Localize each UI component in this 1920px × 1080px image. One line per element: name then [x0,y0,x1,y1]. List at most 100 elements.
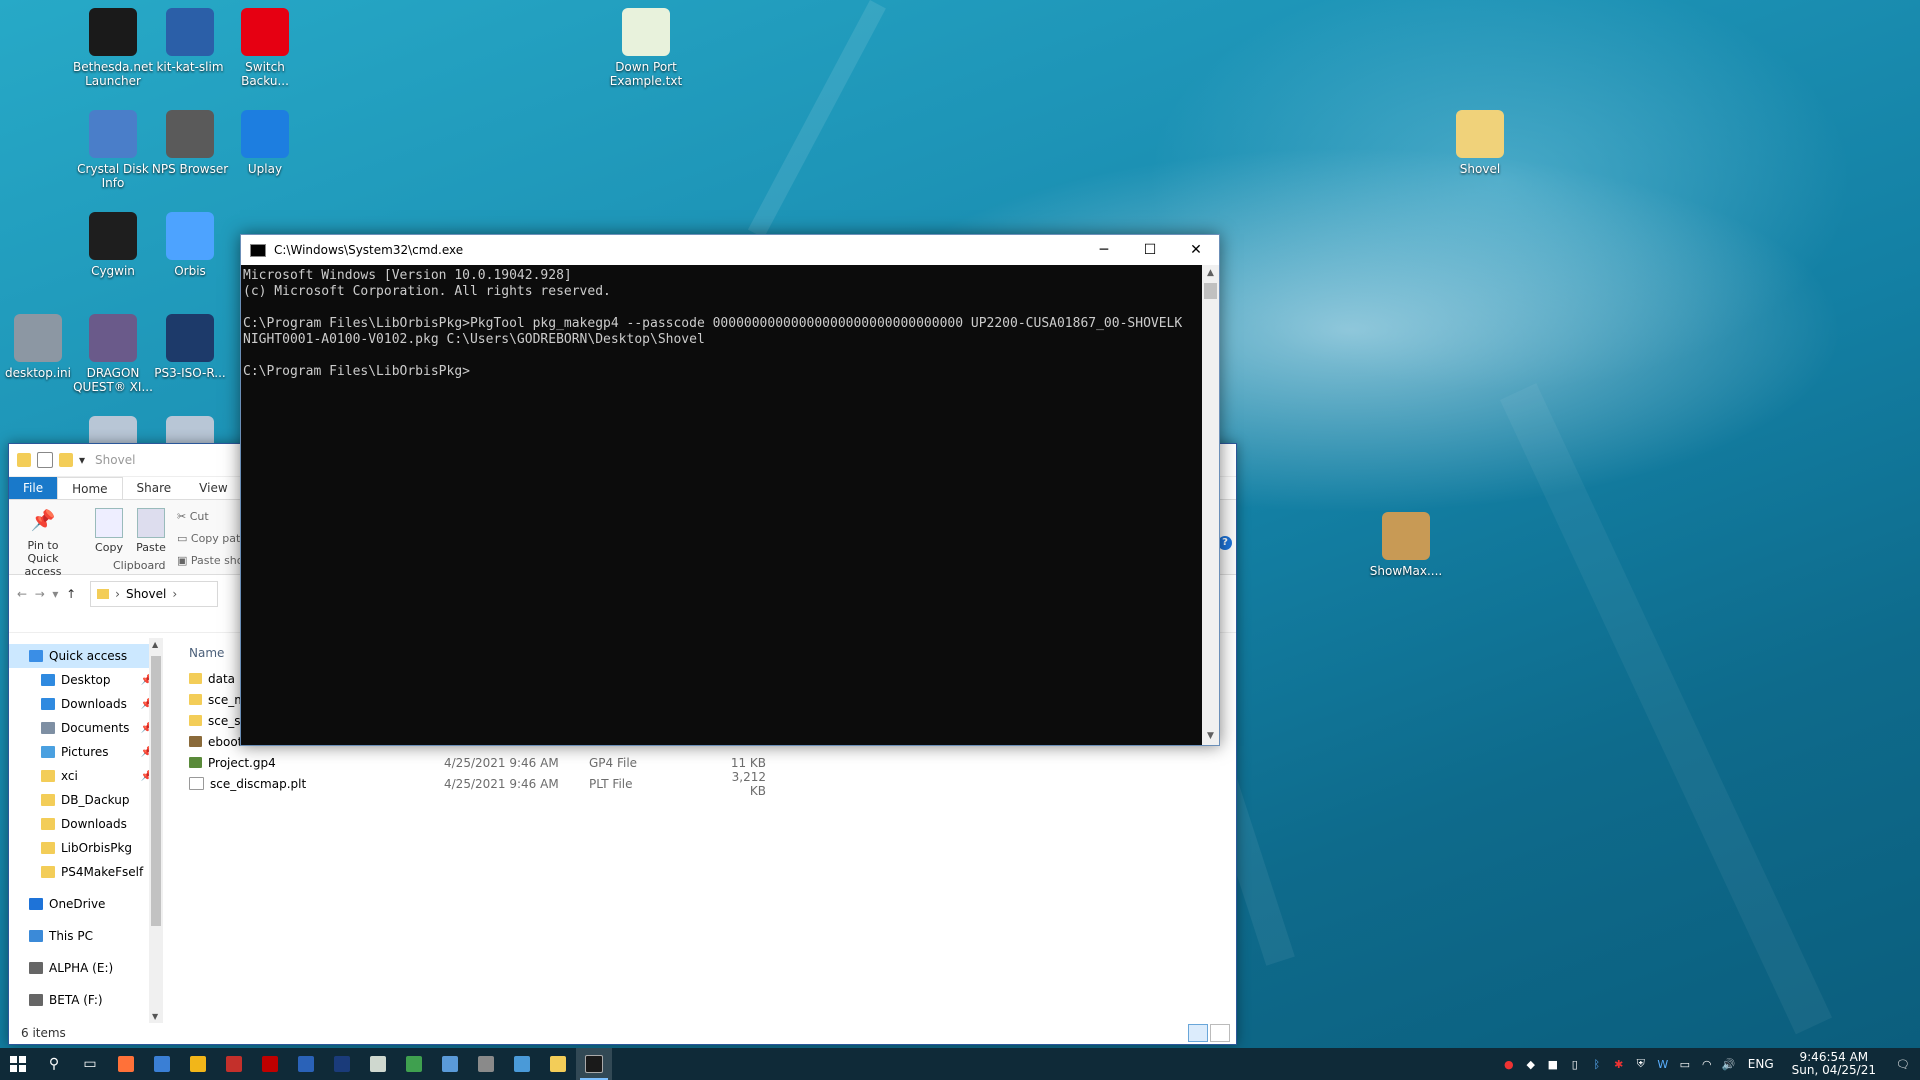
nav-item[interactable]: Quick access [9,644,163,668]
tray-app-icon[interactable]: ✱ [1608,1058,1630,1071]
cut-button[interactable]: ✂ Cut [177,506,248,528]
cmd-output[interactable]: Microsoft Windows [Version 10.0.19042.92… [243,267,1201,745]
taskbar-app-firefox[interactable] [108,1048,144,1080]
desktop-icon[interactable]: Crystal Disk Info [73,110,153,190]
desktop-icon[interactable]: Shovel [1440,110,1520,176]
taskbar-app-cmd[interactable] [576,1048,612,1080]
nav-item[interactable]: LibOrbisPkg [9,836,163,860]
minimize-button[interactable]: ─ [1081,235,1127,265]
nav-item-label: DB_Dackup [61,793,130,807]
clock[interactable]: 9:46:54 AM Sun, 04/25/21 [1782,1051,1886,1077]
pinned-apps [108,1048,612,1080]
taskbar-app-app8[interactable] [360,1048,396,1080]
nav-item[interactable]: DB_Dackup [9,788,163,812]
close-button[interactable]: ✕ [1173,235,1219,265]
usb-icon[interactable]: ▯ [1564,1058,1586,1071]
bluetooth-icon[interactable]: ᛒ [1586,1058,1608,1071]
nav-item[interactable]: Pictures 📌 [9,740,163,764]
nav-item[interactable]: Desktop 📌 [9,668,163,692]
nav-item[interactable]: xci 📌 [9,764,163,788]
task-view-button[interactable]: ▭ [72,1048,108,1080]
taskbar-app-app2[interactable] [144,1048,180,1080]
taskbar-app-explorer[interactable] [540,1048,576,1080]
nav-item[interactable]: PS4MakeFself [9,860,163,884]
address-bar[interactable]: › Shovel › [90,581,219,607]
new-folder-icon[interactable] [59,453,73,467]
desktop-icon[interactable]: NPS Browser [150,110,230,176]
notification-icon[interactable]: 🗨 [1886,1058,1920,1071]
copy-button[interactable]: Copy [89,508,129,554]
desktop-icon[interactable]: desktop.ini [0,314,78,380]
taskbar-app-filezilla[interactable] [252,1048,288,1080]
breadcrumb[interactable]: Shovel [126,587,166,601]
tray-app-icon[interactable]: ● [1498,1058,1520,1071]
file-row[interactable]: Project.gp4 4/25/2021 9:46 AM GP4 File 11 K… [189,752,789,773]
battery-icon[interactable]: ▭ [1674,1058,1696,1071]
paste-icon [137,508,165,538]
nav-item[interactable]: Downloads [9,812,163,836]
maximize-button[interactable]: ☐ [1127,235,1173,265]
taskbar-app-chrome[interactable] [180,1048,216,1080]
desktop-icon[interactable]: Orbis [150,212,230,278]
pin-to-quick-access-button[interactable]: 📌 Pin to Quick access [13,508,73,578]
back-arrow-icon[interactable]: ← [17,587,27,601]
shield-icon[interactable]: ⛨ [1630,1057,1652,1071]
taskbar-app-app10[interactable] [432,1048,468,1080]
paste-shortcut-button[interactable]: ▣ Paste shor [177,550,248,572]
tab-home[interactable]: Home [57,477,123,499]
desktop-icon[interactable]: Down Port Example.txt [606,8,686,88]
details-view-icon[interactable] [1188,1024,1208,1042]
cmd-scrollbar[interactable]: ▲ ▼ [1202,265,1219,745]
nav-item[interactable]: This PC [9,924,163,948]
scroll-up-icon[interactable]: ▲ [152,640,158,649]
scroll-down-icon[interactable]: ▼ [152,1012,158,1021]
help-icon[interactable]: ? [1218,536,1232,550]
word-icon[interactable]: W [1652,1058,1674,1071]
desktop-icon[interactable]: Bethesda.net Launcher [73,8,153,88]
desktop-icon[interactable]: DRAGON QUEST® XI... [73,314,153,394]
search-button[interactable]: ⚲ [36,1048,72,1080]
tray-app-icon[interactable]: ◆ [1520,1058,1542,1071]
taskbar-app-calc[interactable] [468,1048,504,1080]
nav-item[interactable]: ALPHA (E:) [9,956,163,980]
tab-share[interactable]: Share [123,477,186,499]
copy-path-button[interactable]: ▭ Copy path [177,528,248,550]
large-icons-view-icon[interactable] [1210,1024,1230,1042]
up-arrow-icon[interactable]: ↑ [66,587,76,601]
cmd-line: C:\Program Files\LibOrbisPkg>PkgTool pkg… [243,316,1183,331]
taskbar-app-app9[interactable] [396,1048,432,1080]
nav-item[interactable]: BETA (F:) [9,988,163,1012]
taskbar-app-app12[interactable] [504,1048,540,1080]
desktop-icon[interactable]: Cygwin [73,212,153,278]
start-button[interactable] [0,1048,36,1080]
desktop-icon[interactable]: Uplay [225,110,305,176]
volume-icon[interactable]: 🔊 [1718,1058,1740,1071]
nav-item[interactable]: OneDrive [9,892,163,916]
forward-arrow-icon[interactable]: → [35,587,45,601]
tab-file[interactable]: File [9,477,58,499]
scrollbar-thumb[interactable] [1204,283,1217,299]
paste-button[interactable]: Paste [131,508,171,554]
taskbar-app-app4[interactable] [216,1048,252,1080]
cmd-window[interactable]: C:\Windows\System32\cmd.exe ─ ☐ ✕ Micros… [240,234,1220,746]
tab-view[interactable]: View [185,477,241,499]
recent-chevron-icon[interactable]: ▾ [52,587,58,601]
nav-scrollbar[interactable]: ▲ ▼ [149,638,163,1023]
scroll-down-icon[interactable]: ▼ [1202,728,1219,745]
scrollbar-thumb[interactable] [151,656,161,926]
properties-icon[interactable] [37,452,53,468]
tray-app-icon[interactable]: ■ [1542,1058,1564,1071]
file-row[interactable]: sce_discmap.plt 4/25/2021 9:46 AM PLT File… [189,770,789,798]
desktop-icon[interactable]: Switch Backu... [225,8,305,88]
desktop-icon[interactable]: kit-kat-slim [150,8,230,74]
chevron-down-icon[interactable]: ▾ [79,453,85,467]
taskbar-app-photoshop[interactable] [324,1048,360,1080]
nav-item[interactable]: Downloads 📌 [9,692,163,716]
desktop-icon[interactable]: PS3-ISO-R... [150,314,230,380]
nav-item[interactable]: Documents 📌 [9,716,163,740]
wifi-icon[interactable]: ◠ [1696,1058,1718,1071]
taskbar-app-app6[interactable] [288,1048,324,1080]
scroll-up-icon[interactable]: ▲ [1202,265,1219,282]
language-indicator[interactable]: ENG [1740,1057,1782,1071]
desktop-icon[interactable]: ShowMax.... [1366,512,1446,578]
